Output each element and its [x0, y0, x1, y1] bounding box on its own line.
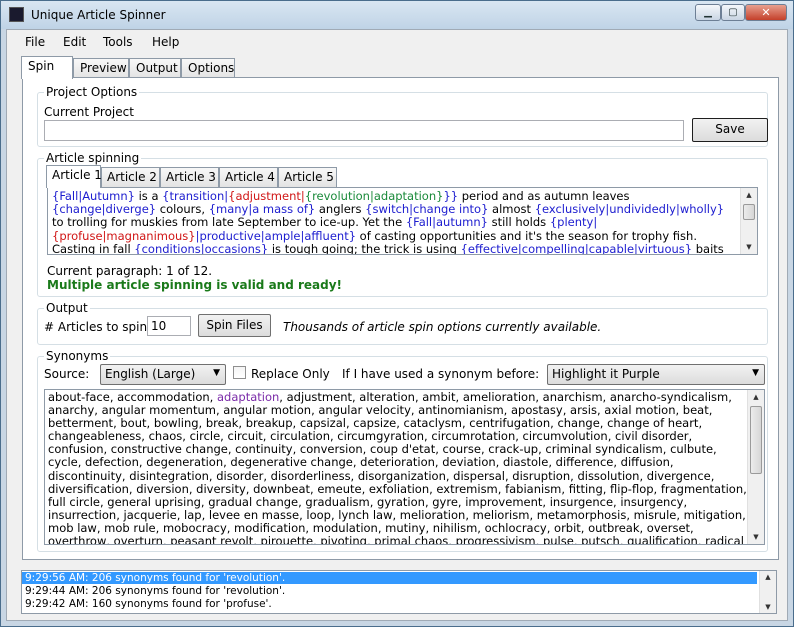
tab-preview[interactable]: Preview: [73, 58, 129, 78]
valid-message: Multiple article spinning is valid and r…: [47, 278, 343, 292]
spin-group: {Fall|Autumn}: [52, 189, 135, 203]
menu-help[interactable]: Help: [152, 35, 179, 49]
menu-file[interactable]: File: [25, 35, 45, 49]
spin-group: {profuse|magnanimous}: [52, 228, 196, 243]
menu-tools[interactable]: Tools: [103, 35, 133, 49]
scroll-down-icon[interactable]: ▼: [741, 240, 757, 254]
article-text-segment: Casting in fall: [52, 241, 135, 255]
log-line[interactable]: 9:29:44 AM: 206 synonyms found for 'revo…: [22, 585, 757, 597]
maximize-button[interactable]: ▢: [721, 4, 745, 21]
article-text-segment: anglers: [315, 202, 366, 217]
article-text-segment: is a: [134, 189, 163, 203]
tab-article-5[interactable]: Article 5: [278, 167, 337, 187]
scroll-thumb[interactable]: [750, 406, 762, 474]
client-area: File Edit Tools Help Spin Preview Output…: [6, 29, 788, 621]
article-text-segment: of casting opportunities and it's the se…: [356, 228, 697, 243]
scroll-down-icon[interactable]: ▼: [760, 601, 776, 613]
minimize-button[interactable]: ▁: [695, 4, 721, 21]
chevron-down-icon: ▼: [752, 368, 759, 378]
source-select-value: English (Large): [105, 367, 196, 381]
spin-group: {many|a mass of}: [208, 202, 316, 217]
tab-options[interactable]: Options: [181, 58, 235, 78]
article-text-segment: to trolling for muskies from late Septem…: [52, 215, 406, 230]
tab-spin[interactable]: Spin: [21, 56, 73, 79]
replace-only-label: Replace Only: [251, 367, 330, 381]
tab-article-3[interactable]: Article 3: [160, 167, 219, 187]
article-text-segment: baits: [692, 241, 724, 255]
save-button[interactable]: Save: [692, 118, 768, 142]
synonym-scrollbar[interactable]: ▲ ▼: [747, 390, 764, 544]
spin-group: |productive|ample|affluent}: [195, 228, 357, 243]
replace-only-checkbox[interactable]: [233, 366, 246, 379]
scroll-down-icon[interactable]: ▼: [748, 530, 764, 544]
menu-edit[interactable]: Edit: [63, 35, 86, 49]
spin-group: {transition|: [162, 189, 229, 203]
synonyms-group: Synonyms Source: English (Large) ▼ Repla…: [37, 349, 768, 552]
spin-group: {conditions|occasions}: [134, 241, 269, 255]
current-project-label: Current Project: [44, 105, 134, 119]
spin-group: }}: [443, 189, 459, 203]
app-window: Unique Article Spinner ▁ ▢ ✕ File Edit T…: [0, 0, 794, 627]
article-text-segment: period and as autumn leaves: [458, 189, 630, 203]
article-text-segment: almost: [488, 202, 535, 217]
activity-log[interactable]: 9:29:56 AM: 206 synonyms found for 'revo…: [21, 570, 777, 614]
close-button[interactable]: ✕: [745, 4, 787, 21]
spin-group: {plenty|: [549, 215, 598, 230]
spin-group: {effective|compelling|capable|virtuous}: [460, 241, 693, 255]
synonyms-after: , adjustment, alteration, ambit, amelior…: [48, 390, 747, 545]
spin-group: {adjustment|: [228, 189, 305, 203]
current-project-input[interactable]: [44, 120, 684, 141]
output-group: Output # Articles to spin: 10 Spin Files…: [37, 301, 768, 345]
synonyms-legend: Synonyms: [44, 349, 111, 363]
spin-tab-panel: Project Options Current Project Save Art…: [22, 77, 779, 560]
spin-files-button[interactable]: Spin Files: [198, 314, 271, 337]
paragraph-status: Current paragraph: 1 of 12.: [47, 264, 213, 278]
article-scrollbar[interactable]: ▲ ▼: [740, 188, 757, 254]
article-spinning-legend: Article spinning: [44, 151, 142, 165]
article-spinning-group: Article spinning Article 1 Article 2 Art…: [37, 151, 768, 297]
log-scrollbar[interactable]: ▲ ▼: [759, 571, 776, 613]
log-line[interactable]: 9:29:56 AM: 206 synonyms found for 'revo…: [22, 572, 757, 584]
article-text-line: Casting in fall {conditions|occasions} i…: [52, 241, 732, 255]
source-select[interactable]: English (Large) ▼: [100, 364, 226, 385]
article-editor[interactable]: {Fall|Autumn} is a {transition|{adjustme…: [47, 187, 758, 255]
source-label: Source:: [44, 367, 90, 381]
tab-article-2[interactable]: Article 2: [101, 167, 160, 187]
spin-options-info: Thousands of article spin options curren…: [283, 320, 602, 334]
synonym-list[interactable]: about-face, accommodation, adaptation, a…: [44, 389, 765, 545]
articles-to-spin-input[interactable]: 10: [147, 316, 191, 336]
highlighted-synonym[interactable]: adaptation: [217, 390, 279, 404]
spin-group: {revolution|adaptation}: [304, 189, 444, 203]
log-line[interactable]: 9:29:42 AM: 160 synonyms found for 'prof…: [22, 598, 757, 610]
scroll-thumb[interactable]: [743, 204, 755, 220]
synonym-list-text[interactable]: about-face, accommodation, adaptation, a…: [48, 390, 748, 545]
used-before-select[interactable]: Highlight it Purple ▼: [547, 364, 765, 385]
tab-article-1[interactable]: Article 1: [46, 165, 102, 188]
scroll-up-icon[interactable]: ▲: [741, 188, 757, 202]
output-legend: Output: [44, 301, 90, 315]
used-before-select-value: Highlight it Purple: [552, 367, 660, 381]
title-bar[interactable]: Unique Article Spinner ▁ ▢ ✕: [1, 1, 793, 29]
chevron-down-icon: ▼: [213, 368, 220, 378]
window-title: Unique Article Spinner: [31, 8, 166, 22]
articles-to-spin-label: # Articles to spin:: [44, 320, 152, 334]
app-icon: [9, 7, 24, 22]
spin-group: {switch|change into}: [365, 202, 489, 217]
tab-output[interactable]: Output: [129, 58, 181, 78]
spin-group: {Fall|autumn}: [405, 215, 488, 230]
spin-group: {exclusively|undividedly|wholly}: [534, 202, 725, 217]
article-text-segment: still holds: [487, 215, 550, 230]
scroll-up-icon[interactable]: ▲: [760, 571, 776, 583]
project-options-legend: Project Options: [44, 85, 140, 99]
synonyms-before: about-face, accommodation,: [48, 390, 217, 404]
menu-bar: File Edit Tools Help: [7, 30, 787, 54]
article-text[interactable]: {Fall|Autumn} is a {transition|{adjustme…: [52, 189, 732, 255]
article-text-segment: colours,: [156, 202, 209, 217]
spin-group: {change|diverge}: [52, 202, 157, 217]
scroll-up-icon[interactable]: ▲: [748, 390, 764, 404]
article-text-segment: is tough going; the trick is using: [268, 241, 461, 255]
used-before-label: If I have used a synonym before:: [342, 367, 540, 381]
project-options-group: Project Options Current Project Save: [37, 85, 768, 147]
tab-article-4[interactable]: Article 4: [219, 167, 278, 187]
